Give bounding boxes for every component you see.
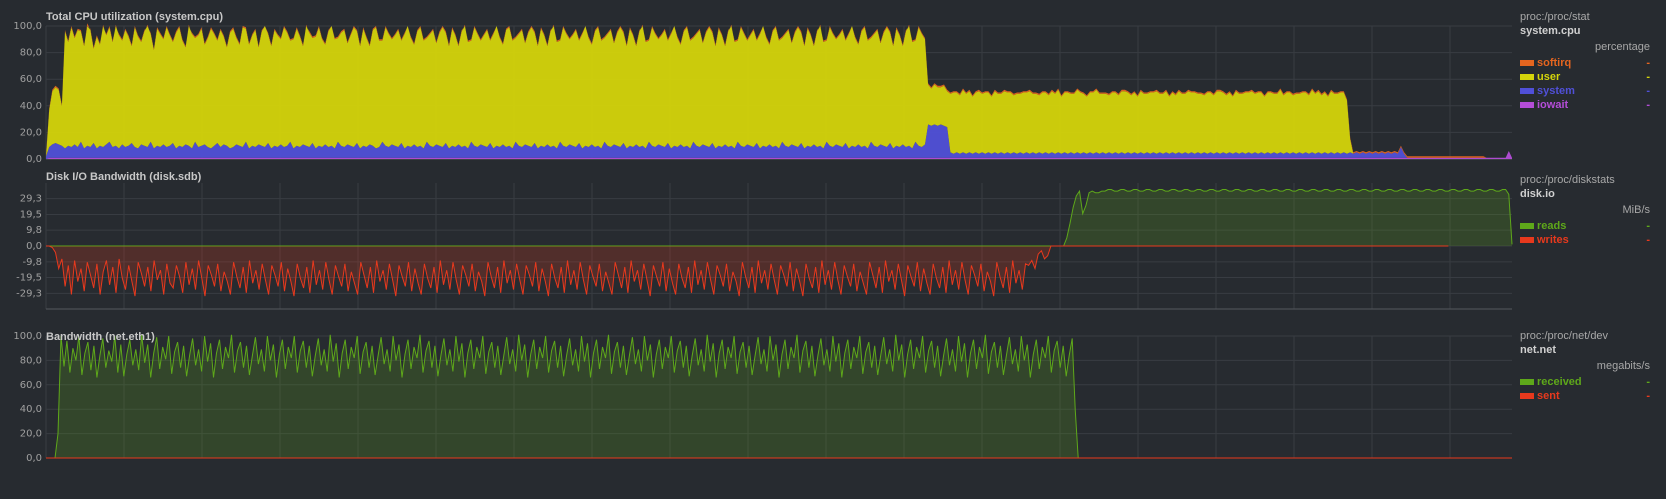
legend-label: system — [1537, 85, 1575, 97]
y-tick-label: 29,3 — [20, 194, 42, 205]
legend-value: - — [1646, 99, 1650, 111]
legend-units: percentage — [1594, 41, 1650, 53]
legend-item-softirq[interactable]: softirq - — [1520, 56, 1650, 70]
legend-item-system[interactable]: system - — [1520, 84, 1650, 98]
legend-item-writes[interactable]: writes - — [1520, 233, 1650, 247]
legend-context: net.net — [1520, 344, 1557, 356]
legend-swatch — [1520, 74, 1534, 80]
cpu-legend: proc:/proc/stat system.cpu percentage so… — [1520, 11, 1650, 112]
legend-value: - — [1646, 220, 1650, 232]
y-tick-label: 20,0 — [20, 127, 42, 138]
y-tick-label: -9,8 — [22, 257, 42, 268]
y-tick-label: 20,0 — [20, 429, 42, 440]
y-tick-label: -29,3 — [16, 288, 42, 299]
legend-items: softirq - user - system - iowait - — [1520, 56, 1650, 112]
y-tick-label: 80,0 — [20, 48, 42, 59]
legend-source: proc:/proc/diskstats — [1520, 174, 1615, 186]
chart-title: Bandwidth (net.eth1) — [46, 331, 155, 343]
net-bandwidth-plot[interactable]: 100,0 80,0 60,0 40,0 20,0 0,0 — [0, 325, 1520, 499]
y-tick-label: 19,5 — [20, 210, 42, 221]
legend-item-user[interactable]: user - — [1520, 70, 1650, 84]
legend-swatch — [1520, 102, 1534, 108]
y-tick-label: 0,0 — [26, 453, 42, 464]
legend-items: received - sent - — [1520, 375, 1650, 403]
y-tick-label: 100,0 — [13, 331, 42, 342]
legend-value: - — [1646, 71, 1650, 83]
legend-label: iowait — [1537, 99, 1569, 111]
legend-swatch — [1520, 379, 1534, 385]
legend-label: received — [1537, 376, 1582, 388]
y-tick-label: 0,0 — [26, 241, 42, 252]
y-tick-label: 80,0 — [20, 355, 42, 366]
y-tick-label: 40,0 — [20, 101, 42, 112]
chart-title: Disk I/O Bandwidth (disk.sdb) — [46, 171, 202, 183]
cpu-chart[interactable]: 100,0 80,0 60,0 40,0 20,0 0,0 Total CPU utili… — [0, 0, 1666, 165]
legend-value: - — [1646, 57, 1650, 69]
legend-swatch — [1520, 88, 1534, 94]
legend-value: - — [1646, 376, 1650, 388]
legend-swatch — [1520, 237, 1534, 243]
net-bandwidth-chart[interactable]: 100,0 80,0 60,0 40,0 20,0 0,0 Bandwidth (net.… — [0, 325, 1666, 499]
disk-io-plot[interactable]: 29,3 19,5 9,8 0,0 -9,8 -19,5 -29,3 — [0, 165, 1520, 325]
legend-units: MiB/s — [1622, 204, 1651, 216]
legend-item-received[interactable]: received - — [1520, 375, 1650, 389]
legend-units: megabits/s — [1596, 360, 1650, 372]
legend-source: proc:/proc/stat — [1520, 11, 1590, 23]
y-tick-label: 9,8 — [26, 225, 42, 236]
legend-item-iowait[interactable]: iowait - — [1520, 98, 1650, 112]
legend-item-reads[interactable]: reads - — [1520, 219, 1650, 233]
cpu-plot[interactable]: 100,0 80,0 60,0 40,0 20,0 0,0 — [0, 0, 1520, 165]
legend-value: - — [1646, 85, 1650, 97]
legend-item-sent[interactable]: sent - — [1520, 389, 1650, 403]
legend-swatch — [1520, 223, 1534, 229]
y-tick-label: -19,5 — [16, 273, 42, 284]
legend-items: reads - writes - — [1520, 219, 1650, 247]
legend-swatch — [1520, 60, 1534, 66]
y-tick-label: 40,0 — [20, 404, 42, 415]
chart-title: Total CPU utilization (system.cpu) — [46, 11, 224, 23]
y-tick-label: 100,0 — [13, 21, 42, 32]
legend-value: - — [1646, 390, 1650, 402]
series-area-user — [46, 26, 1512, 158]
legend-source: proc:/proc/net/dev — [1520, 330, 1609, 342]
legend-label: softirq — [1537, 57, 1572, 69]
legend-label: writes — [1537, 234, 1569, 246]
legend-context: system.cpu — [1520, 25, 1581, 37]
y-tick-label: 0,0 — [26, 154, 42, 165]
net-legend: proc:/proc/net/dev net.net megabits/s re… — [1520, 330, 1650, 403]
series-fill-reads — [46, 189, 1512, 246]
y-tick-label: 60,0 — [20, 74, 42, 85]
legend-label: reads — [1537, 220, 1567, 232]
legend-label: user — [1537, 71, 1561, 83]
legend-value: - — [1646, 234, 1650, 246]
legend-swatch — [1520, 393, 1534, 399]
y-tick-label: 60,0 — [20, 380, 42, 391]
disk-io-legend: proc:/proc/diskstats disk.io MiB/s reads… — [1520, 174, 1650, 247]
legend-context: disk.io — [1520, 188, 1555, 200]
legend-label: sent — [1537, 390, 1560, 402]
disk-io-chart[interactable]: 29,3 19,5 9,8 0,0 -9,8 -19,5 -29,3 Disk I/O Ba… — [0, 165, 1666, 325]
